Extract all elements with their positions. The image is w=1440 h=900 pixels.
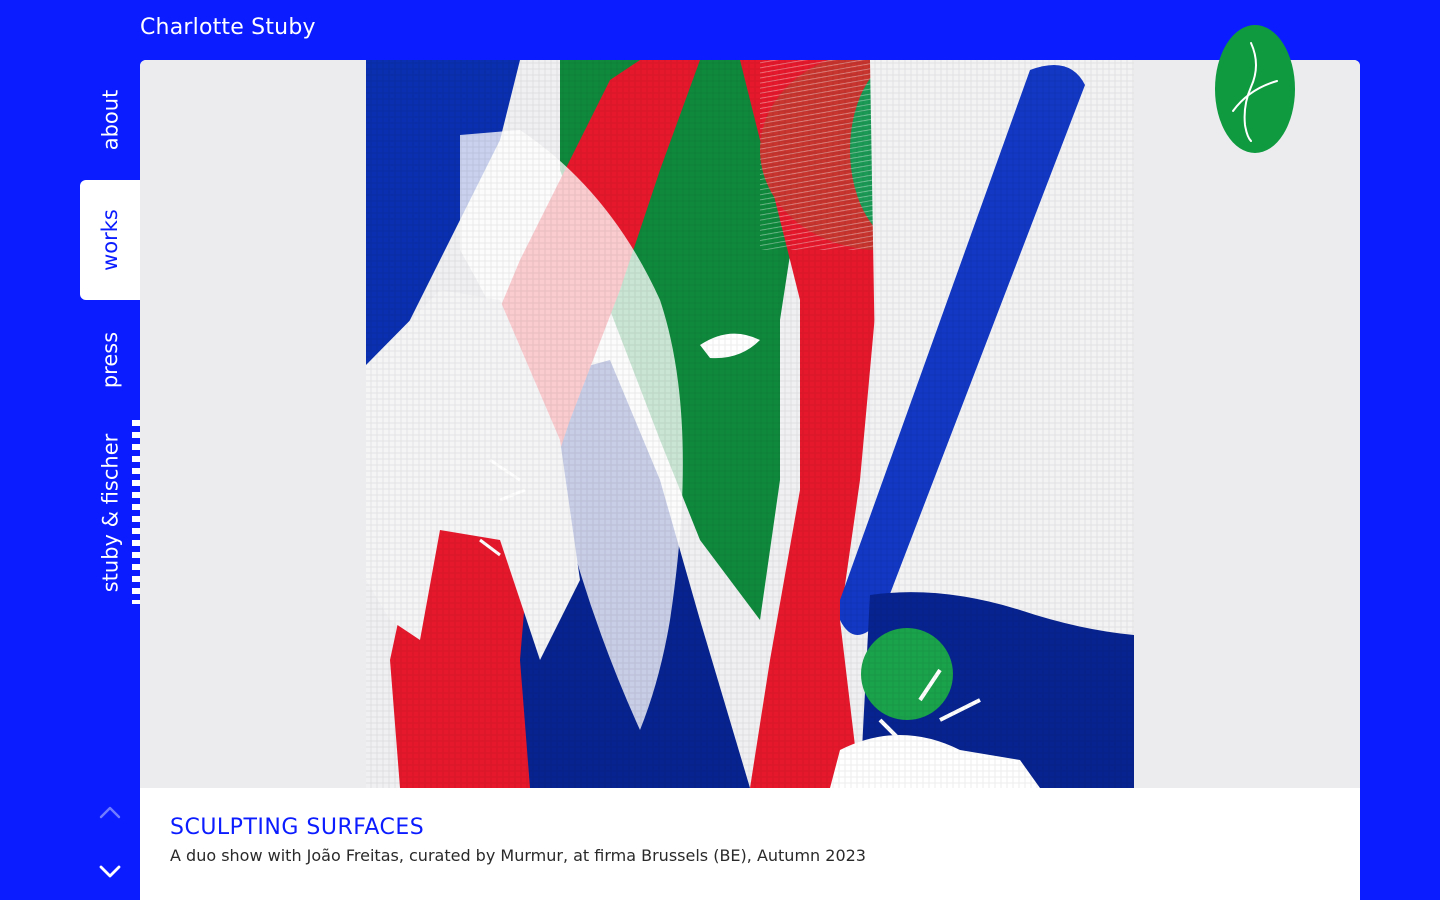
nav-item-press[interactable]: press bbox=[80, 300, 140, 420]
previous-button[interactable] bbox=[95, 802, 125, 822]
nav-item-about[interactable]: about bbox=[80, 60, 140, 180]
green-oval-monogram-icon[interactable] bbox=[1215, 25, 1297, 155]
next-button[interactable] bbox=[95, 862, 125, 882]
nav-item-label: stuby & fischer bbox=[98, 433, 123, 592]
nav-item-label: press bbox=[98, 331, 122, 389]
chevron-down-icon bbox=[99, 865, 121, 878]
chevron-up-icon bbox=[99, 806, 121, 819]
site-title[interactable]: Charlotte Stuby bbox=[140, 15, 316, 40]
nav-item-works[interactable]: works bbox=[80, 180, 140, 300]
work-description: A duo show with João Freitas, curated by… bbox=[170, 846, 866, 865]
active-section-indicator bbox=[132, 420, 140, 604]
nav-item-label: works bbox=[98, 209, 123, 271]
work-title[interactable]: SCULPTING SURFACES bbox=[170, 815, 866, 840]
work-caption: SCULPTING SURFACES A duo show with João … bbox=[170, 815, 866, 865]
nav-item-stuby-fischer[interactable]: stuby & fischer bbox=[80, 420, 140, 605]
textile-artwork-image[interactable] bbox=[140, 60, 1360, 788]
main-content: SCULPTING SURFACES A duo show with João … bbox=[140, 60, 1360, 900]
nav-item-label: about bbox=[98, 89, 122, 151]
